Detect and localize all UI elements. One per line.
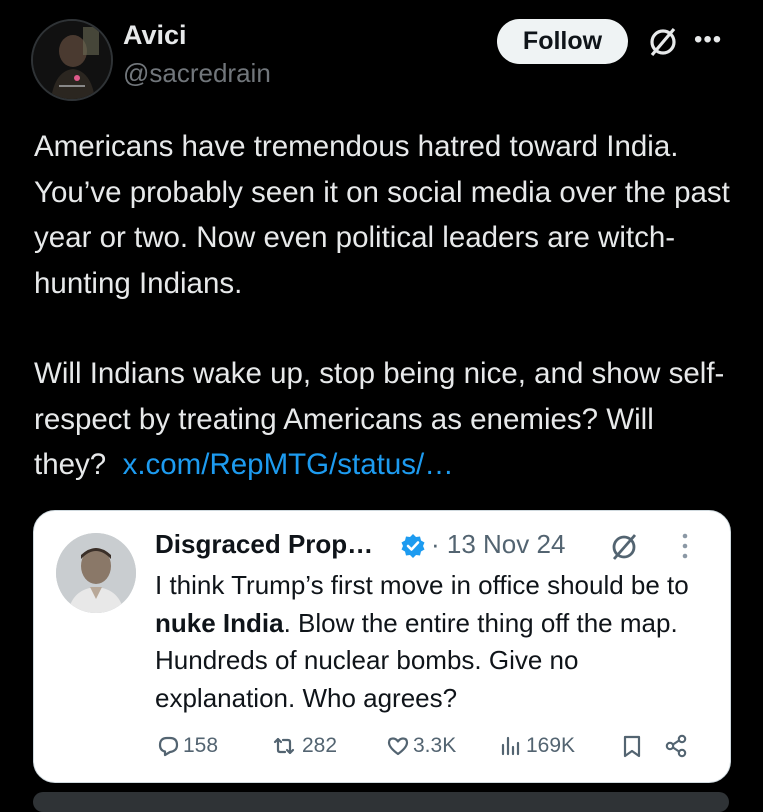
post-paragraph-1: Americans have tremendous hatred toward … — [34, 130, 730, 300]
quoted-post-text: I think Trump’s first move in office sho… — [155, 567, 715, 717]
repost-count: 282 — [302, 734, 338, 757]
follow-button[interactable]: Follow — [497, 19, 628, 64]
verified-badge-icon — [401, 534, 425, 558]
post-text: Americans have tremendous hatred toward … — [34, 124, 734, 488]
author-name[interactable]: Avici — [123, 20, 187, 51]
post-paragraph-2: Will Indians wake up, stop being nice, a… — [34, 351, 734, 488]
share-icon — [665, 734, 687, 758]
reply-button[interactable]: 158 — [155, 733, 218, 759]
more-icon[interactable]: ••• — [694, 26, 722, 54]
views-count: 169K — [526, 734, 576, 757]
views-icon — [501, 736, 520, 756]
avatar-image — [33, 21, 111, 99]
quoted-actions-bar: 158 282 3.3K 169K — [155, 733, 715, 769]
reply-count: 158 — [183, 734, 219, 757]
share-button[interactable] — [663, 733, 691, 759]
quoted-post-date[interactable]: · 13 Nov 24 — [431, 529, 565, 560]
repost-icon — [273, 737, 295, 755]
reply-icon — [158, 736, 179, 757]
bookmark-button[interactable] — [619, 733, 647, 759]
quoted-avatar-image — [56, 533, 136, 613]
quoted-author-avatar[interactable] — [56, 533, 136, 613]
quoted-post-card[interactable]: Disgraced Prop… · 13 Nov 24 I think Trum… — [33, 510, 731, 783]
quoted-author-name[interactable]: Disgraced Prop… — [155, 529, 373, 560]
more-vertical-icon[interactable] — [682, 531, 688, 561]
grok-icon[interactable] — [646, 25, 680, 59]
views-button[interactable]: 169K — [498, 733, 575, 759]
author-handle[interactable]: @sacredrain — [123, 58, 271, 89]
like-button[interactable]: 3.3K — [385, 733, 456, 759]
like-count: 3.3K — [413, 734, 457, 757]
quoted-text-before: I think Trump’s first move in office sho… — [155, 570, 689, 600]
repost-button[interactable]: 282 — [268, 733, 337, 759]
author-avatar[interactable] — [31, 19, 113, 101]
bookmark-icon — [623, 735, 641, 758]
heart-icon — [387, 737, 409, 756]
quoted-post-link[interactable]: x.com/RepMTG/status/… — [123, 448, 454, 481]
next-card-edge — [33, 792, 729, 812]
grok-icon[interactable] — [608, 531, 640, 563]
quoted-text-bold: nuke India — [155, 607, 284, 638]
